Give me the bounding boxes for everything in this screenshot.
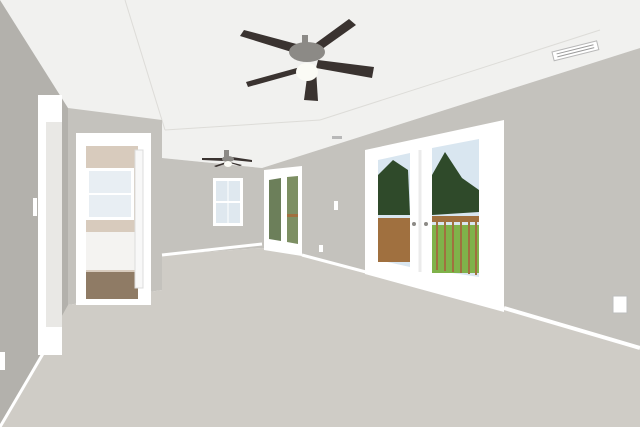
left-doorway-opening xyxy=(46,122,62,327)
outlet-icon-side-2 xyxy=(334,201,338,210)
back-wall xyxy=(162,158,262,255)
side-door-glass-left xyxy=(269,178,281,241)
bathtub xyxy=(86,232,136,270)
bathroom-floor xyxy=(86,272,138,299)
outlet-icon-side xyxy=(319,245,323,252)
bathroom-door-leaf xyxy=(134,149,144,289)
smoke-detector-vent xyxy=(332,136,342,139)
side-door-rail xyxy=(287,214,298,217)
outlet-icon-left xyxy=(0,352,5,370)
outlet-icon xyxy=(612,295,628,314)
door-handle-right xyxy=(424,222,428,226)
empty-room-photo xyxy=(0,0,640,427)
light-switch-icon xyxy=(33,198,37,216)
door-handle-left xyxy=(412,222,416,226)
deck-rail-left xyxy=(378,218,410,262)
deck-rail-right xyxy=(432,216,479,222)
side-door-glass-right xyxy=(287,176,298,244)
lawn-right xyxy=(432,225,479,273)
